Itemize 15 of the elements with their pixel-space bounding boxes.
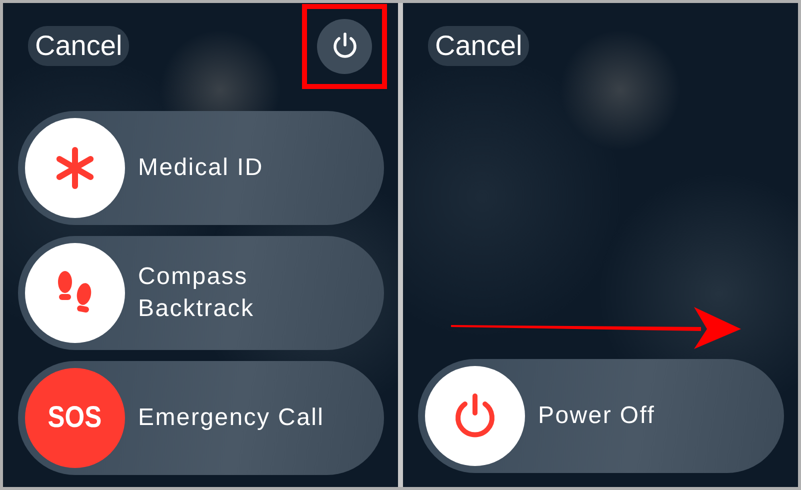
slider-track[interactable]: Power Off (418, 359, 784, 473)
slider-label: Emergency Call (138, 403, 324, 433)
slider-label: Medical ID (138, 153, 264, 183)
sos-label: SOS (48, 401, 102, 435)
slider-knob[interactable] (425, 366, 525, 466)
slider-knob[interactable] (25, 118, 125, 218)
slider-knob[interactable] (25, 243, 125, 343)
slider-track[interactable]: Medical ID (18, 111, 384, 225)
slider-knob[interactable]: SOS (25, 368, 125, 468)
slider-label: Power Off (538, 401, 656, 431)
cancel-button[interactable]: Cancel (428, 26, 530, 66)
slider-label: Compass Backtrack (138, 262, 256, 324)
cancel-button[interactable]: Cancel (28, 26, 130, 66)
slider-track[interactable]: Compass Backtrack (18, 236, 384, 350)
slider-track[interactable]: SOS Emergency Call (18, 361, 384, 475)
